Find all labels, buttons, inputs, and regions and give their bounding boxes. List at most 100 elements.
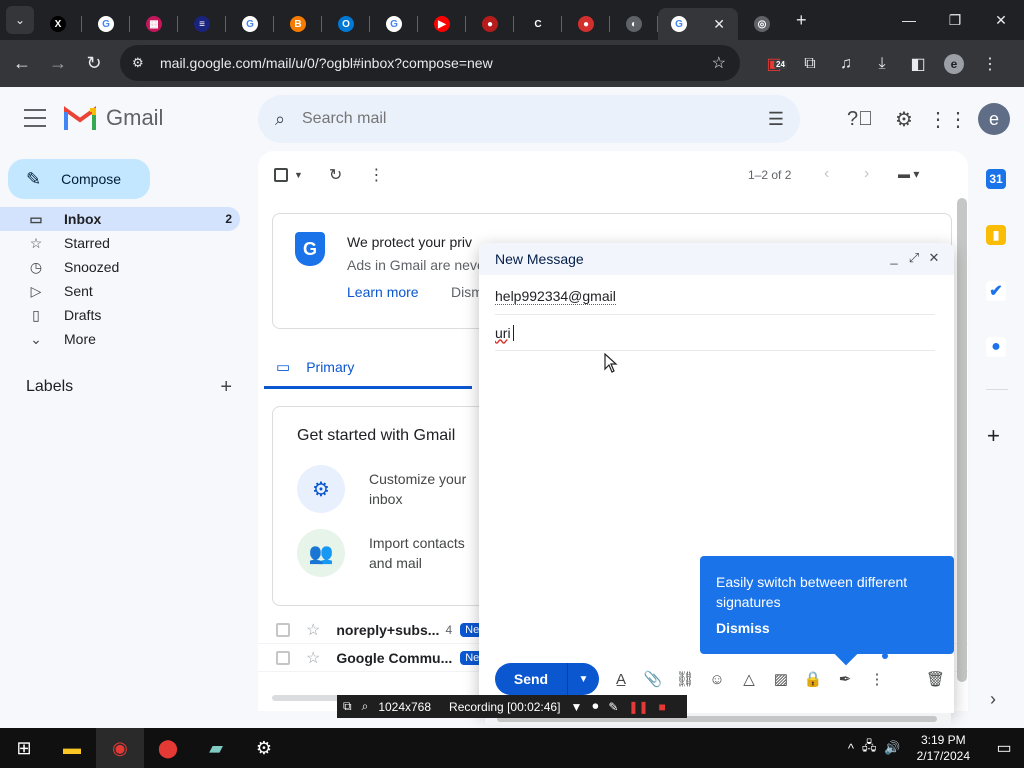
link-icon[interactable]: ⛓ (669, 670, 701, 688)
compose-button[interactable]: ✎ Compose (8, 159, 150, 199)
extension-icon[interactable]: ▣24 (756, 54, 792, 74)
fullscreen-compose-icon[interactable]: ⤢ (904, 250, 924, 266)
bookmark-star-icon[interactable]: ☆ (712, 53, 726, 73)
clock[interactable]: 3:19 PM 2/17/2024 (917, 732, 970, 764)
draw-icon[interactable]: ✎ (608, 700, 618, 714)
browser-tab[interactable]: ▦ (130, 8, 178, 40)
search-icon[interactable]: ⌕ (258, 109, 302, 130)
older-page-icon[interactable]: › (864, 165, 869, 183)
sidebar-item-sent[interactable]: ▷ Sent (0, 279, 240, 303)
calendar-icon[interactable]: 31 (986, 169, 1006, 189)
sidebar-item-starred[interactable]: ☆ Starred (0, 231, 240, 255)
settings-taskbar-icon[interactable]: ⚙ (240, 728, 288, 768)
browser-tab[interactable]: X (34, 8, 82, 40)
keep-icon[interactable]: ▮ (986, 225, 1006, 245)
forward-button[interactable]: → (40, 46, 76, 82)
volume-icon[interactable]: 🔊 (884, 740, 900, 756)
create-label-button[interactable]: + (220, 376, 232, 399)
browser-tab[interactable]: G (226, 8, 274, 40)
pause-icon[interactable]: ❚❚ (628, 700, 648, 714)
subject-field[interactable]: ur i (495, 315, 935, 351)
more-options-icon[interactable]: ⋮ (861, 670, 893, 688)
photo-icon[interactable]: ▨ (765, 670, 797, 688)
minimize-compose-icon[interactable]: _ (884, 250, 904, 266)
windows-start-icon[interactable]: ⊞ (0, 728, 48, 768)
tab-search-button[interactable]: ⌄ (6, 6, 34, 34)
zoom-icon[interactable]: ⌕ (362, 699, 369, 714)
media-control-icon[interactable]: ♫ (828, 55, 864, 73)
file-explorer-icon[interactable]: ▬ (48, 728, 96, 768)
notepad-taskbar-icon[interactable]: ▰ (192, 728, 240, 768)
browser-tab[interactable]: C (514, 8, 562, 40)
contacts-icon[interactable]: ● (986, 337, 1006, 357)
tab-active-gmail[interactable]: G ✕ (658, 8, 738, 40)
profile-avatar[interactable]: e (936, 53, 972, 74)
close-compose-icon[interactable]: ✕ (924, 250, 944, 266)
recipient-field[interactable]: help992334@gmail (495, 279, 935, 315)
signature-pen-icon[interactable]: ✒ (829, 670, 861, 688)
account-avatar[interactable]: e (978, 103, 1010, 135)
back-button[interactable]: ← (4, 46, 40, 82)
settings-gear-icon[interactable]: ⚙ (882, 99, 926, 139)
recorder-dropdown-icon[interactable]: ▼ (570, 700, 582, 714)
row-checkbox[interactable] (276, 650, 290, 665)
download-icon[interactable]: ⤓ (864, 55, 900, 73)
notification-center-icon[interactable]: ▭ (984, 738, 1024, 758)
star-icon[interactable]: ☆ (306, 620, 320, 640)
browser-tab[interactable]: ● (466, 8, 514, 40)
new-tab-button[interactable]: + (796, 10, 807, 31)
browser-tab[interactable]: G (370, 8, 418, 40)
browser-tab[interactable]: ◐ (610, 8, 658, 40)
region-icon[interactable]: ⧉ (343, 699, 352, 714)
search-input[interactable] (302, 110, 722, 128)
network-icon[interactable]: 🖧 (862, 737, 877, 759)
side-panel-icon[interactable]: ◧ (900, 54, 936, 74)
recipient-chip[interactable]: help992334@gmail (495, 288, 616, 305)
browser-tab[interactable]: B (274, 8, 322, 40)
close-window-button[interactable]: ✕ (978, 0, 1024, 40)
select-all-checkbox[interactable] (274, 168, 288, 182)
tab-primary[interactable]: ▭ Primary (264, 347, 472, 389)
apps-grid-icon[interactable]: ⋮⋮ (926, 99, 970, 139)
tooltip-dismiss-button[interactable]: Dismiss (716, 620, 938, 636)
star-icon[interactable]: ☆ (306, 648, 320, 668)
site-info-icon[interactable]: ⚙ (132, 55, 156, 71)
browser-tab[interactable]: ≡ (178, 8, 226, 40)
minimize-button[interactable]: — (886, 0, 932, 40)
get-addons-icon[interactable]: + (987, 423, 1000, 449)
gmail-logo[interactable]: Gmail (64, 105, 163, 131)
emoji-icon[interactable]: ☺ (701, 671, 733, 688)
puzzle-icon[interactable]: ⧉ (792, 55, 828, 73)
row-checkbox[interactable] (276, 622, 290, 637)
tray-chevron-icon[interactable]: ^ (848, 741, 854, 756)
learn-more-link[interactable]: Learn more (347, 284, 419, 300)
recorder-taskbar-icon[interactable]: ⬤ (144, 728, 192, 768)
browser-tab[interactable]: ▶ (418, 8, 466, 40)
browser-tab[interactable]: O (322, 8, 370, 40)
send-options-button[interactable]: ▼ (567, 663, 599, 695)
sidebar-item-inbox[interactable]: ▭ Inbox 2 (0, 207, 240, 231)
sidebar-item-drafts[interactable]: ▯ Drafts (0, 303, 240, 327)
select-dropdown-icon[interactable]: ▼ (294, 170, 303, 180)
close-tab-icon[interactable]: ✕ (713, 16, 725, 33)
discard-draft-icon[interactable]: 🗑 (926, 670, 945, 688)
address-bar[interactable]: ⚙ mail.google.com/mail/u/0/?ogbl#inbox?c… (120, 45, 740, 81)
more-actions-icon[interactable]: ⋮ (368, 165, 384, 185)
input-tools-icon[interactable]: ▬ ▾ (898, 167, 919, 181)
send-button[interactable]: Send (495, 663, 567, 695)
newer-page-icon[interactable]: ‹ (824, 165, 829, 183)
stop-icon[interactable]: ■ (659, 700, 666, 714)
refresh-icon[interactable]: ↻ (329, 165, 342, 185)
restore-button[interactable]: ❐ (932, 0, 978, 40)
vertical-scrollbar[interactable] (957, 198, 967, 682)
tab-chrome[interactable]: ◎ (738, 8, 786, 40)
main-menu-icon[interactable] (24, 109, 46, 127)
chrome-menu-icon[interactable]: ⋮ (972, 54, 1008, 74)
help-icon[interactable]: ?⃝ (838, 99, 882, 139)
browser-tab[interactable]: ● (562, 8, 610, 40)
browser-tab[interactable]: G (82, 8, 130, 40)
compose-header[interactable]: New Message _ ⤢ ✕ (479, 243, 954, 275)
search-options-icon[interactable]: ☰ (768, 109, 784, 130)
camera-icon[interactable]: ⏺ (592, 699, 598, 714)
reload-button[interactable]: ↻ (76, 46, 112, 82)
